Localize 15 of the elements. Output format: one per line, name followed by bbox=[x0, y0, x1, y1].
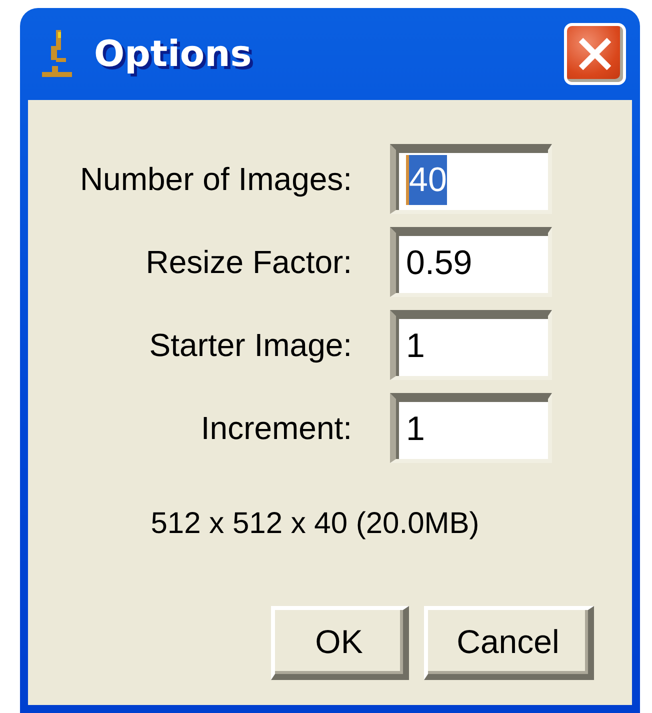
image-size-info: 512 x 512 x 40 (20.0MB) bbox=[150, 507, 480, 541]
field-label: Number of Images: bbox=[80, 160, 352, 198]
input-field[interactable]: 0.59 bbox=[390, 227, 552, 297]
field-label: Increment: bbox=[200, 410, 352, 446]
close-icon bbox=[577, 36, 613, 72]
microscope-icon bbox=[42, 30, 72, 78]
cancel-button[interactable]: Cancel bbox=[424, 606, 594, 680]
input-field[interactable]: 40 bbox=[390, 144, 552, 214]
input-field[interactable]: 1 bbox=[390, 393, 552, 463]
field-label: Resize Factor: bbox=[146, 244, 352, 280]
window-title: Options bbox=[94, 34, 252, 74]
ok-button[interactable]: OK bbox=[271, 606, 409, 680]
field-label: Starter Image: bbox=[149, 326, 352, 364]
close-button[interactable] bbox=[564, 23, 626, 85]
input-field[interactable]: 1 bbox=[390, 310, 552, 380]
